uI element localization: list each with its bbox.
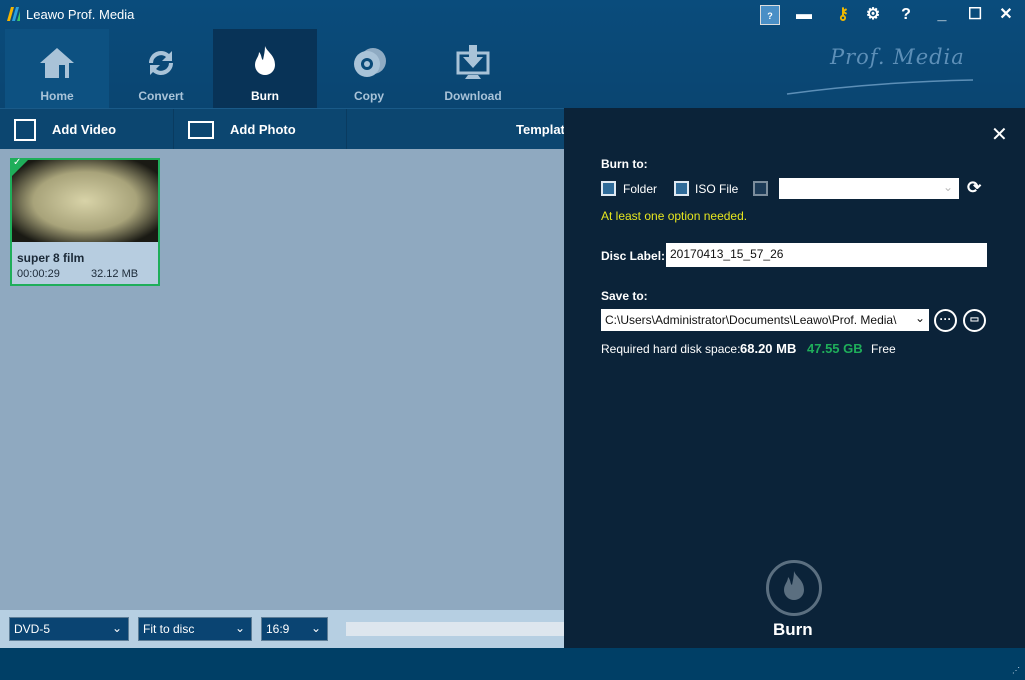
add-video-button[interactable]: Add Video [0, 109, 174, 150]
maximize-icon[interactable]: ☐ [965, 5, 985, 25]
media-item[interactable]: ✓ super 8 film 00:00:29 32.12 MB [10, 157, 160, 286]
close-panel-icon[interactable]: ✕ [991, 122, 1008, 147]
media-duration: 00:00:29 [17, 268, 60, 280]
flame-icon [255, 46, 275, 75]
brand-logo: Prof. Media [830, 45, 965, 69]
open-folder-button[interactable]: ▭ [963, 309, 986, 332]
burn-to-label: Burn to: [601, 157, 648, 171]
app-logo-icon [7, 7, 20, 21]
support-icon[interactable]: ? [760, 5, 780, 25]
iso-label: ISO File [695, 182, 739, 196]
flame-icon [784, 571, 804, 600]
gear-icon[interactable]: ⚙ [863, 5, 883, 25]
add-photo-button[interactable]: Add Photo [174, 109, 347, 150]
resize-grip-icon[interactable]: ⋰ [1012, 666, 1020, 675]
chevron-down-icon: ⌄ [111, 621, 122, 635]
disc-type-select[interactable]: DVD-5 ⌄ [9, 617, 129, 641]
save-to-label: Save to: [601, 289, 648, 303]
drive-checkbox[interactable] [753, 181, 768, 196]
nav-burn[interactable]: Burn [213, 29, 317, 108]
drive-select[interactable]: ⌄ [779, 178, 959, 199]
disc-copy-icon [354, 48, 386, 77]
app-title: Leawo Prof. Media [26, 7, 135, 22]
burn-button[interactable] [766, 560, 822, 616]
media-size: 32.12 MB [91, 268, 139, 280]
key-icon[interactable]: ⚷ [833, 5, 853, 25]
aspect-value: 16:9 [266, 622, 290, 636]
nav-label: Home [40, 89, 74, 103]
add-video-label: Add Video [52, 122, 117, 137]
nav-copy[interactable]: Copy [317, 29, 421, 108]
minimize-icon[interactable]: _ [932, 5, 952, 25]
browse-more-button[interactable]: ··· [934, 309, 957, 332]
chevron-down-icon: ⌄ [234, 621, 245, 635]
burn-button-label[interactable]: Burn [773, 620, 813, 640]
burn-settings-panel: ✕ Burn to: Folder ISO File ⌄ ⟳ At least … [564, 108, 1025, 648]
required-space-label: Required hard disk space: [601, 342, 741, 356]
disc-type-value: DVD-5 [14, 622, 51, 636]
folder-label: Folder [623, 182, 658, 196]
nav-label: Copy [354, 89, 384, 103]
save-path-select[interactable]: C:\Users\Administrator\Documents\Leawo\P… [601, 309, 929, 331]
warning-text: At least one option needed. [601, 209, 748, 223]
photo-add-icon [188, 120, 214, 139]
brand-swoosh [786, 79, 974, 95]
video-thumbnail [12, 160, 158, 242]
free-label: Free [871, 342, 896, 356]
close-window-icon[interactable]: ✕ [996, 5, 1016, 25]
nav-home[interactable]: Home [5, 29, 109, 108]
nav-label: Convert [138, 89, 184, 103]
folder-checkbox[interactable] [601, 181, 616, 196]
help-icon[interactable]: ? [896, 5, 916, 25]
chat-icon[interactable]: ▬ [794, 5, 814, 25]
nav-label: Download [444, 89, 502, 103]
media-title: super 8 film [17, 251, 85, 265]
refresh-icon[interactable]: ⟳ [967, 178, 981, 198]
convert-icon [148, 50, 174, 76]
required-space-value: 68.20 MB [740, 341, 797, 356]
disc-capacity-bar [346, 622, 565, 636]
save-path-value: C:\Users\Administrator\Documents\Leawo\P… [605, 313, 897, 327]
home-icon [40, 48, 74, 78]
add-photo-label: Add Photo [230, 122, 296, 137]
nav-label: Burn [251, 89, 279, 103]
free-space-value: 47.55 GB [807, 341, 863, 356]
aspect-select[interactable]: 16:9 ⌄ [261, 617, 328, 641]
status-bar [0, 648, 1025, 680]
film-add-icon [14, 118, 36, 141]
iso-checkbox[interactable] [674, 181, 689, 196]
chevron-down-icon: ⌄ [310, 621, 321, 635]
chevron-down-icon: ⌄ [914, 311, 925, 325]
disc-label-label: Disc Label: [601, 249, 666, 263]
nav-download[interactable]: Download [421, 29, 525, 108]
toolbar: Add Video Add Photo Template [0, 108, 572, 150]
download-icon [456, 45, 490, 79]
quality-value: Fit to disc [143, 622, 195, 636]
nav-convert[interactable]: Convert [109, 29, 213, 108]
chevron-down-icon: ⌄ [942, 180, 953, 194]
disc-label-input[interactable]: 20170413_15_57_26 [666, 243, 987, 267]
quality-select[interactable]: Fit to disc ⌄ [138, 617, 252, 641]
